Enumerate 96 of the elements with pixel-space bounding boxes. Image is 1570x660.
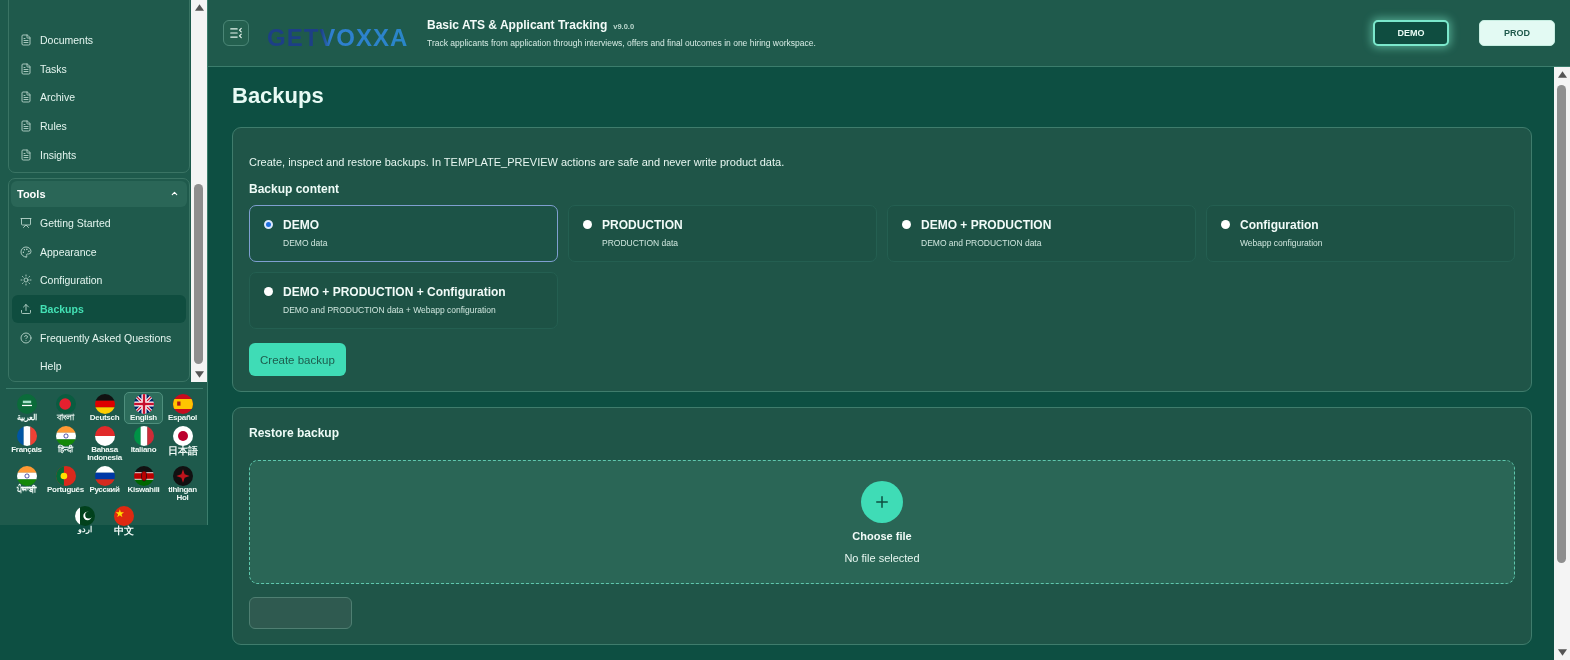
radio-button[interactable]: [1221, 220, 1230, 229]
flag-icon: [55, 425, 76, 446]
nav-item[interactable]: Backups: [12, 294, 186, 324]
help-icon: [20, 331, 32, 344]
language-option[interactable]: हिन्दी: [46, 423, 85, 464]
create-backup-button[interactable]: Create backup: [249, 343, 346, 376]
backup-option[interactable]: DEMO DEMO data: [249, 205, 558, 262]
file-status: No file selected: [844, 551, 920, 564]
radio-button[interactable]: [902, 220, 911, 229]
option-description: Webapp configuration: [1240, 238, 1323, 248]
plus-icon[interactable]: [861, 480, 903, 523]
language-option[interactable]: Italiano: [124, 423, 163, 464]
radio-button[interactable]: [583, 220, 592, 229]
option-title: PRODUCTION: [602, 218, 683, 232]
palette-icon: [20, 245, 32, 258]
option-description: DEMO data: [283, 238, 328, 248]
option-title: DEMO + PRODUCTION: [921, 218, 1052, 232]
language-option[interactable]: English: [124, 391, 163, 424]
option-description: DEMO and PRODUCTION data + Webapp configuration: [283, 305, 497, 315]
page-title: Backups: [232, 83, 325, 110]
nav-item[interactable]: Documents: [12, 26, 186, 55]
option-title: DEMO + PRODUCTION + Configuration: [283, 285, 506, 299]
flag-icon: [94, 465, 115, 486]
flag-icon: [16, 425, 37, 446]
intro-text: Create, inspect and restore backups. In TEMPLATE_PREVIEW actions are safe and never write product data.: [249, 156, 786, 168]
document-icon: [20, 91, 32, 104]
scroll-down-icon[interactable]: [1557, 649, 1567, 656]
flag-icon: [172, 425, 193, 446]
flag-icon: [55, 393, 76, 414]
language-option[interactable]: 日本語: [163, 423, 202, 464]
document-icon: [20, 62, 32, 75]
language-option[interactable]: Español: [163, 391, 202, 424]
language-option[interactable]: Русский: [85, 463, 124, 504]
flag-icon: [133, 393, 154, 414]
flag-icon: [172, 465, 193, 486]
scroll-down-icon[interactable]: [194, 370, 204, 378]
flag-icon: [172, 393, 193, 414]
document-icon: [20, 120, 32, 133]
collapse-sidebar-button[interactable]: [223, 20, 249, 46]
scroll-up-icon[interactable]: [1557, 71, 1567, 78]
tools-header[interactable]: Tools: [11, 180, 187, 207]
language-option[interactable]: Kiswahili: [124, 463, 163, 504]
nav-item[interactable]: Configuration: [12, 266, 186, 295]
language-option[interactable]: Français: [7, 423, 46, 464]
radio-button[interactable]: [264, 287, 273, 296]
document-icon: [20, 34, 32, 47]
nav-item[interactable]: Frequently Asked Questions: [12, 323, 186, 352]
language-option[interactable]: ਪੰਜਾਬੀ: [7, 463, 46, 504]
backup-option[interactable]: Configuration Webapp configuration: [1206, 205, 1515, 262]
language-option[interactable]: Bahasa Indonesia: [85, 423, 124, 464]
settings-icon: [20, 274, 32, 287]
language-option[interactable]: اردو: [65, 503, 105, 538]
option-description: DEMO and PRODUCTION data: [921, 238, 1043, 248]
backup-option[interactable]: DEMO + PRODUCTION + Configuration DEMO and PRODUCTION data + Webapp configuration: [249, 272, 558, 329]
section-title: Backup content: [249, 182, 340, 196]
flag-icon: [16, 465, 37, 486]
scrollbar[interactable]: [191, 0, 207, 382]
backup-option[interactable]: DEMO + PRODUCTION DEMO and PRODUCTION data: [887, 205, 1196, 262]
flag-icon: [94, 393, 115, 414]
language-option[interactable]: Português: [46, 463, 85, 504]
choose-file-label: Choose file: [852, 529, 912, 542]
nav-item[interactable]: Getting Started: [12, 208, 186, 238]
radio-button[interactable]: [264, 220, 273, 229]
app-title: Basic ATS & Applicant Tracking: [427, 18, 608, 32]
collapse-icon: [229, 26, 243, 40]
language-option[interactable]: tlhIngan Hol: [163, 463, 202, 504]
flag-icon: [16, 393, 37, 414]
document-icon: [20, 148, 32, 161]
nav-item[interactable]: Tasks: [12, 54, 186, 84]
language-option[interactable]: 中文: [104, 503, 144, 538]
backup-option[interactable]: PRODUCTION PRODUCTION data: [568, 205, 877, 262]
nav-item[interactable]: Rules: [12, 111, 186, 141]
scrollbar[interactable]: [1554, 67, 1570, 660]
nav-item[interactable]: Insights: [12, 140, 186, 169]
option-description: PRODUCTION data: [602, 238, 680, 248]
flag-icon: [94, 425, 115, 446]
scroll-up-icon[interactable]: [194, 4, 204, 11]
flag-icon: [133, 425, 154, 446]
nav-item[interactable]: Help: [12, 351, 186, 381]
language-option[interactable]: العربية: [7, 391, 46, 424]
file-dropzone[interactable]: Choose file No file selected: [249, 460, 1515, 584]
environment-button[interactable]: DEMO: [1373, 20, 1449, 46]
flag-icon: [55, 465, 76, 486]
flag-icon: [75, 505, 95, 526]
section-title: Restore backup: [249, 426, 341, 440]
flag-icon: [114, 505, 134, 526]
language-option[interactable]: Deutsch: [85, 391, 124, 424]
app-subtitle: Track applicants from application through interviews, offers and final outcomes in one hiring workspace.: [427, 38, 817, 48]
option-title: Configuration: [1240, 218, 1320, 232]
upload-icon: [20, 303, 32, 316]
language-option[interactable]: বাংলা: [46, 391, 85, 424]
option-title: DEMO: [283, 218, 320, 232]
environment-button[interactable]: PROD: [1479, 20, 1555, 46]
nav-item[interactable]: Appearance: [12, 237, 186, 267]
flag-icon: [133, 465, 154, 486]
nav-item[interactable]: Archive: [12, 83, 186, 112]
